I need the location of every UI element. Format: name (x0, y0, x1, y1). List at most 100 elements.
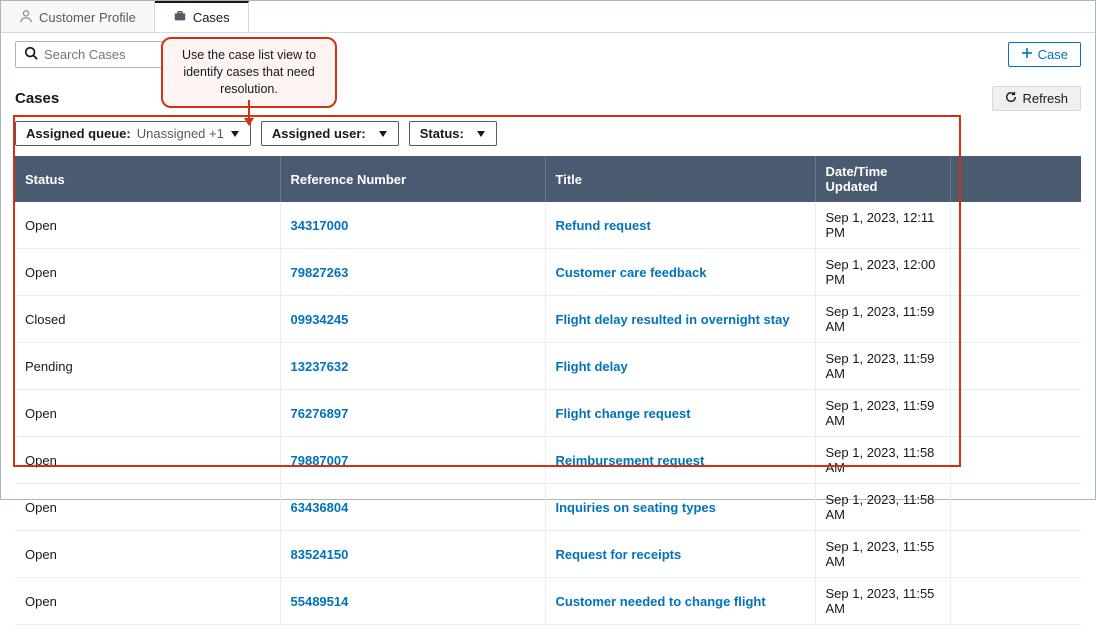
cell-reference[interactable]: 34317000 (280, 202, 545, 249)
cell-reference[interactable]: 55489514 (280, 578, 545, 625)
cell-updated: Sep 1, 2023, 11:55 AM (815, 531, 950, 578)
table-row[interactable]: Open79827263 Customer care feedback Sep 1,… (15, 249, 1081, 296)
cell-reference[interactable]: 79827263 (280, 249, 545, 296)
cell-title[interactable]: Refund request (545, 202, 815, 249)
reference-link: 83524150 (291, 547, 349, 562)
filter-assigned-user[interactable]: Assigned user: (261, 121, 399, 146)
cell-updated: Sep 1, 2023, 11:55 AM (815, 578, 950, 625)
reference-link: 79887007 (291, 453, 349, 468)
cell-blank (950, 202, 1081, 249)
cell-status: Open (15, 249, 280, 296)
cell-title[interactable]: Flight delay (545, 343, 815, 390)
cell-blank (950, 343, 1081, 390)
tab-customer-profile[interactable]: Customer Profile (1, 1, 155, 32)
filter-label: Assigned user: (272, 126, 366, 141)
tab-label: Customer Profile (39, 10, 136, 25)
page-title: Cases (15, 90, 59, 107)
caret-down-icon (378, 126, 388, 141)
cases-table: Status Reference Number Title Date/Time … (15, 156, 1081, 625)
create-case-button[interactable]: Case (1008, 42, 1081, 67)
filters-row: Assigned queue: Unassigned +1 Assigned u… (1, 117, 1095, 156)
title-link: Refund request (556, 218, 651, 233)
table-row[interactable]: Open79887007Reimbursement requestSep 1, … (15, 437, 1081, 484)
col-header-blank (950, 156, 1081, 202)
cell-blank (950, 578, 1081, 625)
tab-bar: Customer Profile Cases (1, 1, 1095, 33)
cell-status: Open (15, 531, 280, 578)
cell-title[interactable]: Flight delay resulted in overnight stay (545, 296, 815, 343)
cell-reference[interactable]: 79887007 (280, 437, 545, 484)
filter-label: Assigned queue: (26, 126, 131, 141)
cell-updated: Sep 1, 2023, 11:58 AM (815, 484, 950, 531)
briefcase-icon (173, 9, 187, 26)
reference-link: 13237632 (291, 359, 349, 374)
reference-link: 34317000 (291, 218, 349, 233)
reference-link: 55489514 (291, 594, 349, 609)
cell-title[interactable]: Flight change request (545, 390, 815, 437)
cell-title[interactable]: Reimbursement request (545, 437, 815, 484)
tab-label: Cases (193, 10, 230, 25)
title-link: Reimbursement request (556, 453, 705, 468)
cell-title[interactable]: Customer needed to change flight (545, 578, 815, 625)
refresh-icon (1005, 91, 1017, 106)
table-row[interactable]: Open 34317000 Refund request Sep 1, 2023, 1… (15, 202, 1081, 249)
instruction-callout: Use the case list view to identify cases… (161, 37, 337, 108)
col-header-status[interactable]: Status (15, 156, 280, 202)
title-link: Flight delay (556, 359, 628, 374)
search-icon (24, 46, 38, 63)
cell-status: Closed (15, 296, 280, 343)
cell-status: Open (15, 437, 280, 484)
button-label: Case (1038, 47, 1068, 62)
cell-reference[interactable]: 09934245 (280, 296, 545, 343)
refresh-button[interactable]: Refresh (992, 86, 1081, 111)
cell-blank (950, 531, 1081, 578)
toolbar: Use the case list view to identify cases… (1, 33, 1095, 76)
title-link: Customer care feedback (556, 265, 707, 280)
cell-title[interactable]: Inquiries on seating types (545, 484, 815, 531)
cell-reference[interactable]: 76276897 (280, 390, 545, 437)
table-row[interactable]: Open 83524150 Request for receipts Sep 1, 2… (15, 531, 1081, 578)
caret-down-icon (476, 126, 486, 141)
cell-status: Open (15, 390, 280, 437)
cell-status: Pending (15, 343, 280, 390)
table-row[interactable]: Pending 13237632 Flight delay Sep 1, 2023, … (15, 343, 1081, 390)
tab-cases[interactable]: Cases (155, 1, 249, 32)
cell-blank (950, 390, 1081, 437)
table-row[interactable]: Open63436804 Inquiries on seating types Se… (15, 484, 1081, 531)
cell-reference[interactable]: 63436804 (280, 484, 545, 531)
cell-updated: Sep 1, 2023, 12:11 PM (815, 202, 950, 249)
plus-icon (1021, 47, 1033, 62)
title-link: Customer needed to change flight (556, 594, 766, 609)
col-header-reference[interactable]: Reference Number (280, 156, 545, 202)
user-icon (19, 9, 33, 26)
cell-updated: Sep 1, 2023, 12:00 PM (815, 249, 950, 296)
cell-blank (950, 437, 1081, 484)
cell-updated: Sep 1, 2023, 11:59 AM (815, 390, 950, 437)
cell-title[interactable]: Request for receipts (545, 531, 815, 578)
filter-assigned-queue[interactable]: Assigned queue: Unassigned +1 (15, 121, 251, 146)
cell-status: Open (15, 578, 280, 625)
cell-title[interactable]: Customer care feedback (545, 249, 815, 296)
arrow-down-icon (241, 100, 257, 131)
cell-updated: Sep 1, 2023, 11:59 AM (815, 296, 950, 343)
cell-status: Open (15, 484, 280, 531)
cell-status: Open (15, 202, 280, 249)
cell-blank (950, 296, 1081, 343)
title-link: Request for receipts (556, 547, 682, 562)
table-row[interactable]: Open 55489514 Customer needed to change fl… (15, 578, 1081, 625)
filter-status[interactable]: Status: (409, 121, 497, 146)
cell-blank (950, 484, 1081, 531)
cell-updated: Sep 1, 2023, 11:59 AM (815, 343, 950, 390)
col-header-updated[interactable]: Date/Time Updated (815, 156, 950, 202)
col-header-title[interactable]: Title (545, 156, 815, 202)
callout-text: Use the case list view to identify cases… (182, 48, 316, 96)
cell-reference[interactable]: 13237632 (280, 343, 545, 390)
title-link: Flight delay resulted in overnight stay (556, 312, 790, 327)
title-link: Inquiries on seating types (556, 500, 716, 515)
cell-reference[interactable]: 83524150 (280, 531, 545, 578)
cases-table-wrap: Status Reference Number Title Date/Time … (1, 156, 1095, 633)
table-row[interactable]: Closed09934245 Flight delay resulted in o… (15, 296, 1081, 343)
cell-blank (950, 249, 1081, 296)
table-row[interactable]: Open76276897Flight change requestSep 1, … (15, 390, 1081, 437)
button-label: Refresh (1022, 91, 1068, 106)
